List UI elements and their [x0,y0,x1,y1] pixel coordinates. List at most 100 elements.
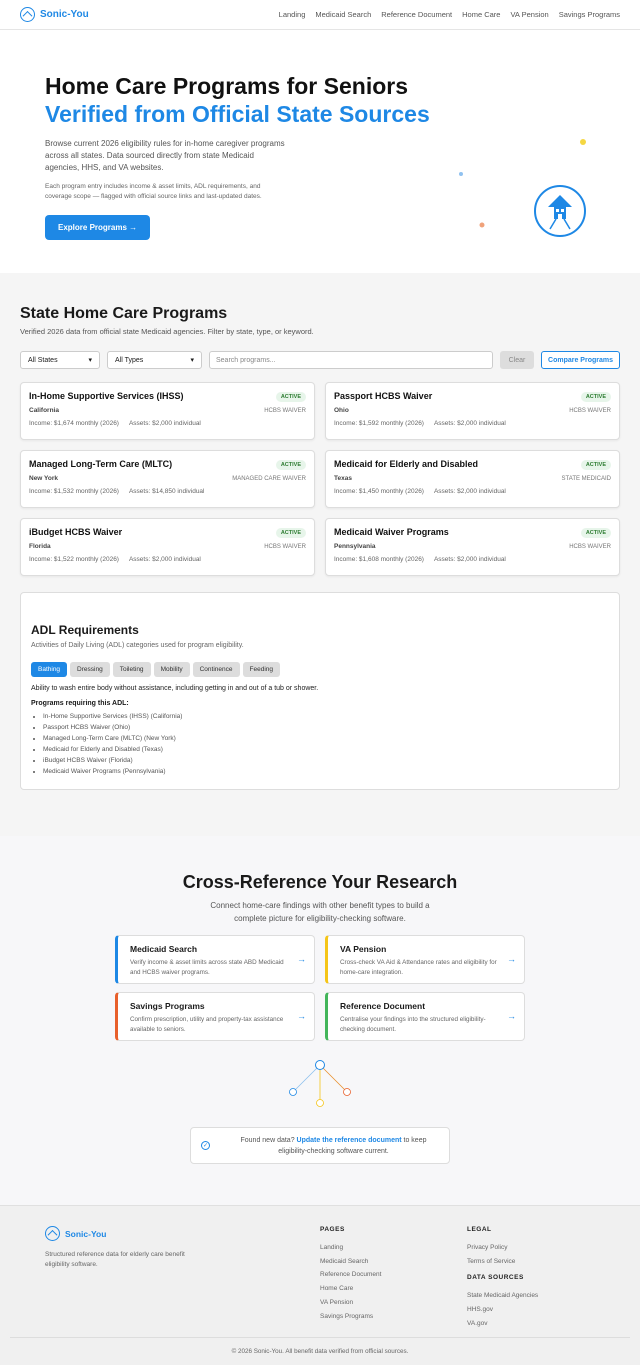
nav-link-medicaid-search[interactable]: Medicaid Search [315,10,371,19]
footer-legal-heading: LEGAL [467,1226,492,1233]
type-select[interactable]: All Types ▾ [107,351,202,369]
footer-link-va-pension[interactable]: VA Pension [320,1296,381,1310]
tab-mobility[interactable]: Mobility [153,662,190,677]
nav-link-va-pension[interactable]: VA Pension [510,10,548,19]
type-select-value: All Types [115,356,144,364]
cross-card-medicaid-search[interactable]: Medicaid Search Verify income & asset li… [115,935,315,984]
program-assets: Assets: $2,000 individual [128,556,201,563]
program-assets: Assets: $2,000 individual [433,556,506,563]
list-item: iBudget HCBS Waiver (Florida) [43,755,609,766]
program-card[interactable]: Passport HCBS Waiver ACTIVE Ohio HCBS WA… [325,382,620,440]
program-title: Managed Long-Term Care (MLTC) [29,459,173,469]
footer-logo-link[interactable]: Sonic-You [45,1226,195,1241]
program-assets: Assets: $2,000 individual [433,420,506,427]
cross-card-reference-document[interactable]: Reference Document Centralise your findi… [325,992,525,1041]
status-badge: ACTIVE [580,392,611,402]
nav-link-savings-programs[interactable]: Savings Programs [559,10,620,19]
footer-link-terms[interactable]: Terms of Service [467,1255,538,1269]
programs-section: State Home Care Programs Verified 2026 d… [0,273,640,836]
tab-bathing[interactable]: Bathing [31,662,68,677]
footer-link-privacy[interactable]: Privacy Policy [467,1241,538,1255]
cross-card-desc: Cross-check VA Aid & Attendance rates an… [340,959,497,976]
cross-subtitle: Connect home-care findings with other be… [210,901,430,923]
clear-button[interactable]: Clear [500,351,534,369]
list-item: In-Home Supportive Services (IHSS) (Cali… [43,711,609,722]
program-income: Income: $1,592 monthly (2026) [334,420,424,427]
footer-link-reference-document[interactable]: Reference Document [320,1268,381,1282]
update-notice: ✓ Found new data? Update the reference d… [190,1127,450,1164]
list-item: Medicaid Waiver Programs (Pennsylvania) [43,766,609,777]
adl-programs-heading: Programs requiring this ADL: [31,700,129,707]
program-type: STATE MEDICAID [561,476,611,482]
cross-card-desc: Verify income & asset limits across stat… [130,959,284,976]
program-card[interactable]: iBudget HCBS Waiver ACTIVE Florida HCBS … [20,518,315,576]
program-income: Income: $1,450 monthly (2026) [334,488,424,495]
cross-card-title: VA Pension [340,944,387,954]
program-cards: In-Home Supportive Services (IHSS) ACTIV… [20,382,620,576]
status-badge: ACTIVE [275,528,306,538]
adl-title: ADL Requirements [31,623,139,637]
logo-icon [20,7,35,22]
list-item: Managed Long-Term Care (MLTC) (New York) [43,733,609,744]
nav-link-reference-document[interactable]: Reference Document [381,10,452,19]
arrow-right-icon: → [297,1011,306,1021]
adl-tabs: Bathing Dressing Toileting Mobility Cont… [31,662,609,677]
search-input[interactable]: Search programs... [209,351,493,369]
tab-toileting[interactable]: Toileting [112,662,151,677]
footer-pages-heading: PAGES [320,1226,345,1233]
status-badge: ACTIVE [580,460,611,470]
compare-programs-button[interactable]: Compare Programs [541,351,620,369]
top-nav: Sonic-You Landing Medicaid Search Refere… [0,0,640,30]
state-select[interactable]: All States ▾ [20,351,100,369]
cross-card-savings-programs[interactable]: Savings Programs Confirm prescription, u… [115,992,315,1041]
footer-brand: Sonic-You Structured reference data for … [45,1226,195,1270]
cross-card-desc: Centralise your findings into the struct… [340,1016,486,1033]
network-diagram-icon [289,1060,351,1107]
cross-card-desc: Confirm prescription, utility and proper… [130,1016,284,1033]
footer-link-home-care[interactable]: Home Care [320,1282,381,1296]
cross-card-va-pension[interactable]: VA Pension Cross-check VA Aid & Attendan… [325,935,525,984]
explore-programs-button[interactable]: Explore Programs → [45,215,151,240]
programs-title: State Home Care Programs [20,305,228,322]
program-card[interactable]: Managed Long-Term Care (MLTC) ACTIVE New… [20,450,315,508]
arrow-right-icon: → [507,954,516,964]
check-circle-icon: ✓ [201,1141,210,1150]
footer-link-va[interactable]: VA.gov [467,1317,538,1331]
cross-reference-section: Cross-Reference Your Research Connect ho… [0,836,640,1205]
program-income: Income: $1,608 monthly (2026) [334,556,424,563]
tab-dressing[interactable]: Dressing [70,662,110,677]
footer-link-landing[interactable]: Landing [320,1241,381,1255]
program-type: MANAGED CARE WAIVER [232,476,306,482]
program-title: Medicaid Waiver Programs [334,527,449,537]
adl-requirements-panel: ADL Requirements Activities of Daily Liv… [20,592,620,790]
tab-feeding[interactable]: Feeding [242,662,280,677]
program-card[interactable]: In-Home Supportive Services (IHSS) ACTIV… [20,382,315,440]
footer: Sonic-You Structured reference data for … [0,1205,640,1365]
programs-subtitle: Verified 2026 data from official state M… [20,327,314,336]
footer-link-medicaid-agencies[interactable]: State Medicaid Agencies [467,1289,538,1303]
footer-link-savings-programs[interactable]: Savings Programs [320,1310,381,1324]
cross-card-title: Reference Document [340,1001,426,1011]
program-type: HCBS WAIVER [569,544,611,550]
update-reference-link[interactable]: Update the reference document [297,1137,402,1144]
footer-description: Structured reference data for elderly ca… [45,1251,185,1268]
program-assets: Assets: $2,000 individual [433,488,506,495]
program-title: Medicaid for Elderly and Disabled [334,459,479,469]
brand-logo-link[interactable]: Sonic-You [20,7,89,22]
program-title: In-Home Supportive Services (IHSS) [29,391,184,401]
footer-link-medicaid-search[interactable]: Medicaid Search [320,1255,381,1269]
hero-title-line1: Home Care Programs for Seniors [45,73,409,99]
footer-link-hhs[interactable]: HHS.gov [467,1303,538,1317]
status-badge: ACTIVE [580,528,611,538]
notice-prefix: Found new data? [240,1136,297,1144]
nav-link-landing[interactable]: Landing [279,10,306,19]
tab-continence[interactable]: Continence [192,662,240,677]
program-card[interactable]: Medicaid for Elderly and Disabled ACTIVE… [325,450,620,508]
adl-program-list: In-Home Supportive Services (IHSS) (Cali… [31,711,609,777]
cross-card-title: Medicaid Search [130,944,198,954]
nav-link-home-care[interactable]: Home Care [462,10,500,19]
status-badge: ACTIVE [275,392,306,402]
program-income: Income: $1,674 monthly (2026) [29,420,119,427]
program-type: HCBS WAIVER [264,544,306,550]
program-card[interactable]: Medicaid Waiver Programs ACTIVE Pennsylv… [325,518,620,576]
